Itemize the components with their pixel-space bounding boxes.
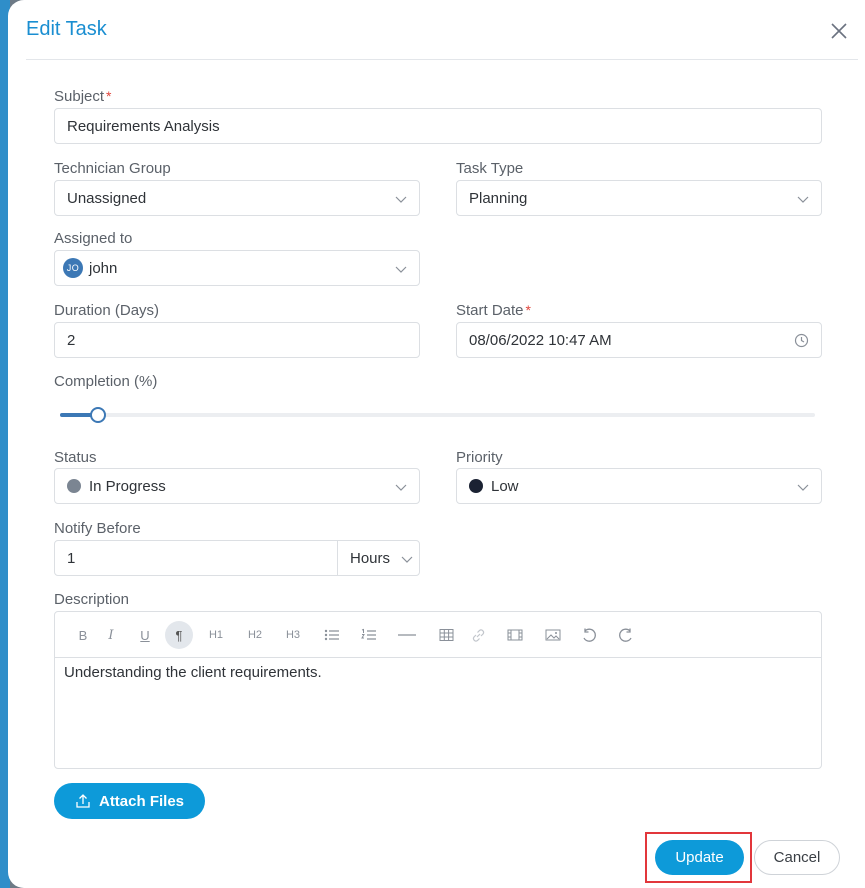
task-type-value: Planning — [469, 189, 528, 207]
cancel-button[interactable]: Cancel — [754, 840, 840, 875]
attach-files-button[interactable]: Attach Files — [54, 783, 205, 819]
duration-label: Duration (Days) — [54, 302, 160, 319]
status-label: Status — [54, 449, 97, 466]
dialog-title: Edit Task — [26, 18, 107, 40]
status-dot — [67, 479, 81, 493]
start-date-value: 08/06/2022 10:47 AM — [469, 331, 612, 349]
chevron-down-icon — [797, 484, 809, 491]
status-select[interactable]: In Progress — [54, 468, 420, 504]
chevron-down-icon — [395, 196, 407, 203]
avatar: JO — [63, 258, 83, 278]
start-date-input[interactable]: 08/06/2022 10:47 AM — [456, 322, 822, 358]
clock-icon[interactable] — [794, 333, 809, 348]
notify-unit-select[interactable]: Hours — [337, 540, 420, 576]
attach-files-label: Attach Files — [98, 792, 185, 810]
description-label: Description — [54, 591, 130, 608]
description-text[interactable]: Understanding the client requirements. — [64, 664, 322, 681]
undo-icon[interactable] — [578, 624, 600, 646]
subject-input[interactable]: Requirements Analysis — [54, 108, 822, 144]
notify-before-label: Notify Before — [54, 520, 141, 537]
header-divider — [26, 59, 858, 60]
video-icon[interactable] — [504, 624, 526, 646]
close-icon[interactable] — [828, 20, 850, 42]
technician-group-value: Unassigned — [67, 189, 147, 207]
numbered-list-icon[interactable] — [358, 624, 380, 646]
subject-value: Requirements Analysis — [67, 117, 220, 135]
task-type-select[interactable]: Planning — [456, 180, 822, 216]
horizontal-rule-icon[interactable] — [396, 624, 418, 646]
priority-value: Low — [491, 477, 519, 495]
link-icon[interactable] — [467, 624, 489, 646]
heading-3-button[interactable]: H3 — [282, 624, 304, 646]
assigned-to-select[interactable]: JO john — [54, 250, 420, 286]
status-value: In Progress — [89, 477, 166, 495]
table-icon[interactable] — [435, 624, 457, 646]
bullet-list-icon[interactable] — [321, 624, 343, 646]
chevron-down-icon — [401, 556, 413, 563]
italic-button[interactable]: I — [100, 624, 122, 646]
completion-slider-track[interactable] — [60, 413, 815, 417]
completion-slider-thumb[interactable] — [89, 407, 106, 423]
assigned-to-label: Assigned to — [54, 230, 133, 247]
notify-before-input[interactable]: 1 — [54, 540, 338, 576]
subject-label: Subject * — [54, 88, 112, 105]
completion-label: Completion (%) — [54, 373, 158, 390]
update-button[interactable]: Update — [655, 840, 744, 875]
technician-group-select[interactable]: Unassigned — [54, 180, 420, 216]
technician-group-label: Technician Group — [54, 160, 171, 177]
upload-icon — [76, 794, 90, 808]
redo-icon[interactable] — [615, 624, 637, 646]
priority-select[interactable]: Low — [456, 468, 822, 504]
underline-button[interactable]: U — [134, 624, 156, 646]
bold-button[interactable]: B — [72, 624, 94, 646]
notify-before-value: 1 — [67, 549, 76, 567]
heading-1-button[interactable]: H1 — [205, 624, 227, 646]
image-icon[interactable] — [542, 624, 564, 646]
start-date-label: Start Date * — [456, 302, 531, 319]
duration-input[interactable]: 2 — [54, 322, 420, 358]
priority-dot — [469, 479, 483, 493]
chevron-down-icon — [395, 484, 407, 491]
heading-2-button[interactable]: H2 — [244, 624, 266, 646]
chevron-down-icon — [797, 196, 809, 203]
chevron-down-icon — [395, 266, 407, 273]
notify-unit-value: Hours — [350, 549, 391, 567]
assigned-to-value: john — [89, 259, 118, 277]
task-type-label: Task Type — [456, 160, 524, 177]
priority-label: Priority — [456, 449, 503, 466]
duration-value: 2 — [67, 331, 76, 349]
paragraph-button[interactable]: ¶ — [165, 621, 193, 649]
editor-toolbar: B I U ¶ H1 H2 H3 — [55, 612, 821, 658]
description-editor[interactable]: B I U ¶ H1 H2 H3 Understanding the clien… — [54, 611, 822, 769]
